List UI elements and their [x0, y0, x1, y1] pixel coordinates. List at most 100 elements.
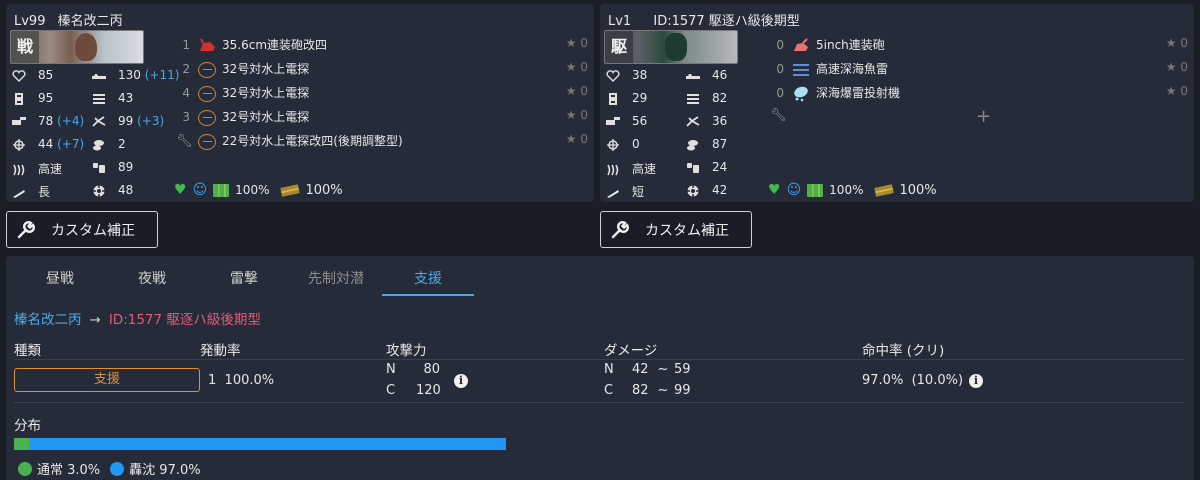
attack-type-badge[interactable]: 支援: [14, 368, 200, 392]
stat-firepower: 56: [606, 114, 647, 128]
heart-icon: [12, 69, 26, 82]
speed-icon: [13, 164, 25, 175]
stat-aircraft: 130 (+11): [92, 68, 179, 82]
stat-speed: 高速: [606, 160, 656, 177]
heart-icon: ♥: [768, 182, 781, 198]
equipment-slot[interactable]: 3 32号対水上電探 ★ 0: [176, 108, 588, 126]
los-icon: [687, 162, 699, 173]
equipment-slot[interactable]: 4 32号対水上電探 ★ 0: [176, 84, 588, 102]
fuel-value[interactable]: 100%: [235, 183, 269, 197]
tab-support[interactable]: 支援: [382, 268, 474, 296]
custom-correction-button[interactable]: カスタム補正: [600, 211, 752, 248]
stat-los: 89: [92, 160, 133, 174]
heart-icon: [606, 69, 620, 82]
ship-type-tag: 駆: [605, 31, 633, 63]
asw-icon: [93, 139, 104, 150]
stat-luck: 48: [92, 183, 133, 197]
table-divider: [14, 359, 1184, 360]
los-icon: [93, 162, 105, 173]
distribution-bar: [14, 438, 506, 450]
stat-antiair: 99 (+3): [92, 114, 164, 128]
stat-armor: 29: [606, 91, 647, 105]
fuel-value[interactable]: 100%: [829, 183, 863, 197]
stat-range: 短: [606, 183, 644, 200]
stat-aircraft: 46: [686, 68, 727, 82]
equipment-slot[interactable]: 2 32号対水上電探 ★ 0: [176, 60, 588, 78]
radar-icon: [198, 133, 216, 150]
ammo-value[interactable]: 100%: [305, 183, 342, 198]
stat-asw: 87: [686, 137, 727, 151]
custom-correction-button[interactable]: カスタム補正: [6, 211, 158, 248]
ship-header: Lv99 榛名改二丙: [14, 10, 131, 29]
range-icon: [607, 189, 619, 198]
firepower-icon: [606, 116, 620, 125]
smile-icon[interactable]: ☺: [787, 182, 802, 198]
tab-day-battle[interactable]: 昼戦: [14, 268, 106, 296]
ammo-value[interactable]: 100%: [899, 183, 936, 198]
ship-type-tag: 戦: [11, 31, 39, 63]
torpedo-icon: [687, 93, 699, 104]
equipment-slot[interactable]: 0 深海爆雷投射機 ★ 0: [770, 84, 1188, 102]
antiair-icon: [92, 115, 106, 127]
stat-luck: 42: [686, 183, 727, 197]
torpedo-equip-icon: [793, 63, 809, 76]
tab-opening-asw[interactable]: 先制対潜: [290, 268, 382, 296]
wrench-icon: [611, 220, 629, 238]
distribution-legend: 通常 3.0% 轟沈 97.0%: [18, 459, 201, 478]
arrow-right-icon: →: [89, 312, 101, 328]
ship-name[interactable]: ID:1577 駆逐ハ級後期型: [653, 14, 799, 29]
wrench-icon: 🔧︎: [770, 108, 787, 123]
condition-row: ♥ ☺ 100% 100%: [768, 182, 937, 198]
heart-icon: ♥: [174, 182, 187, 198]
add-equipment-button[interactable]: +: [976, 106, 991, 127]
aircraft-icon: [686, 73, 700, 79]
stat-range: 長: [12, 183, 50, 200]
range-icon: [13, 189, 25, 198]
defender-card: Lv1 ID:1577 駆逐ハ級後期型 駆 38 29 56 0 高速 短 46…: [600, 4, 1194, 202]
legend-dot-normal: [18, 461, 32, 476]
power-info-icon[interactable]: i: [454, 374, 468, 388]
equipment-slot-extra[interactable]: 🔧︎ 22号対水上電探改四(後期調整型) ★ 0: [176, 132, 588, 150]
ship-banner[interactable]: 駆: [604, 30, 738, 64]
stat-torpedo: 82: [686, 91, 727, 105]
legend-sunk: 轟沈 97.0%: [129, 463, 201, 478]
wrench-icon: 🔧︎: [176, 134, 193, 149]
radar-icon: [198, 61, 216, 78]
equipment-slot-extra[interactable]: 🔧︎ +: [770, 106, 1188, 127]
aircraft-icon: [92, 73, 106, 79]
damage-critical: C 82 ~99: [604, 383, 691, 398]
attack-route: 榛名改二丙 → ID:1577 駆逐ハ級後期型: [14, 308, 261, 328]
armor-icon: [609, 92, 617, 105]
condition-row: ♥ ☺ 100% 100%: [174, 182, 343, 198]
power-normal: N 80: [386, 362, 440, 377]
ship-banner[interactable]: 戦: [10, 30, 144, 64]
smile-icon[interactable]: ☺: [193, 182, 208, 198]
tab-torpedo[interactable]: 雷撃: [198, 268, 290, 296]
fuel-icon: [213, 183, 230, 197]
equipment-slot[interactable]: 0 高速深海魚雷 ★ 0: [770, 60, 1188, 78]
ship-name[interactable]: 榛名改二丙: [58, 14, 123, 29]
evasion-icon: [607, 138, 619, 151]
equipment-slot[interactable]: 1 35.6cm連装砲改四 ★ 0: [176, 36, 588, 54]
ammo-icon: [874, 183, 895, 197]
hit-rate: 97.0% (10.0%): [862, 373, 964, 388]
ship-portrait: [75, 33, 97, 61]
activation-rate: 1 100.0%: [208, 373, 275, 388]
stat-hp: 38: [606, 68, 647, 82]
stat-speed: 高速: [12, 160, 62, 177]
tab-night-battle[interactable]: 夜戦: [106, 268, 198, 296]
stat-asw: 2: [92, 137, 126, 151]
stat-armor: 95: [12, 91, 53, 105]
header-power: 攻撃力: [386, 343, 427, 359]
hit-info-icon[interactable]: i: [969, 374, 983, 388]
defender-name: ID:1577 駆逐ハ級後期型: [108, 312, 261, 328]
fuel-icon: [807, 183, 824, 197]
evasion-icon: [13, 138, 25, 151]
equipment-slot[interactable]: 0 5inch連装砲 ★ 0: [770, 36, 1188, 54]
wrench-icon: [17, 220, 35, 238]
ship-portrait: [665, 33, 687, 61]
distribution-bar-normal: [14, 438, 29, 450]
firepower-icon: [12, 116, 26, 125]
header-hit: 命中率 (クリ): [862, 343, 945, 359]
attack-result-panel: 昼戦 夜戦 雷撃 先制対潜 支援 榛名改二丙 → ID:1577 駆逐ハ級後期型 種…: [6, 256, 1194, 480]
